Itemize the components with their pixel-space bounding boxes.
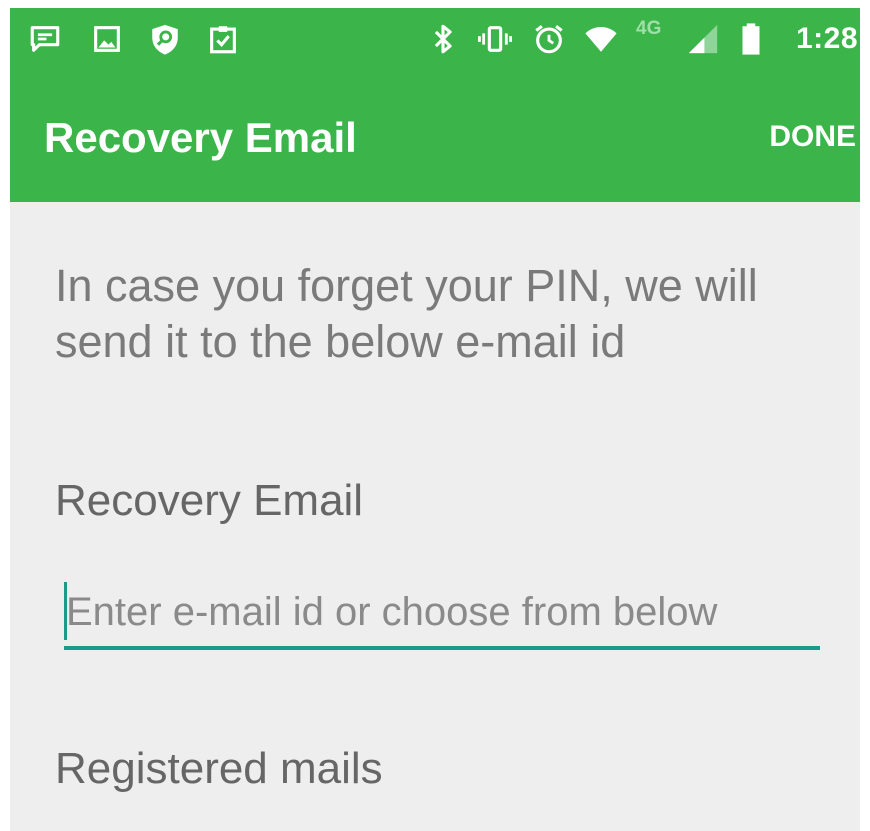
- image-notification-icon: [90, 22, 124, 56]
- network-type-label: 4G: [636, 18, 662, 39]
- battery-icon: [734, 22, 768, 56]
- chat-notification-icon: [28, 22, 62, 56]
- recovery-email-label: Recovery Email: [55, 476, 364, 525]
- clipboard-check-icon: [206, 22, 240, 56]
- shield-search-icon: [148, 22, 182, 56]
- bluetooth-icon: [426, 22, 460, 56]
- wifi-icon: [584, 22, 618, 56]
- app-bar: 4G 1:28 Recovery Email DONE: [10, 8, 860, 202]
- vibrate-icon: [478, 22, 512, 56]
- done-button[interactable]: DONE: [769, 120, 856, 154]
- intro-text: In case you forget your PIN, we will sen…: [55, 260, 758, 367]
- page-title: Recovery Email: [44, 114, 357, 161]
- registered-mails-label: Registered mails: [55, 744, 383, 793]
- app-screen: 4G 1:28 Recovery Email DONE In case you …: [10, 8, 860, 831]
- status-clock: 1:28: [795, 22, 858, 55]
- status-bar: 4G 1:28: [10, 8, 860, 70]
- recovery-email-input[interactable]: [64, 578, 820, 650]
- text-cursor: [64, 582, 67, 640]
- cellular-signal-icon: [686, 22, 720, 56]
- alarm-icon: [532, 22, 566, 56]
